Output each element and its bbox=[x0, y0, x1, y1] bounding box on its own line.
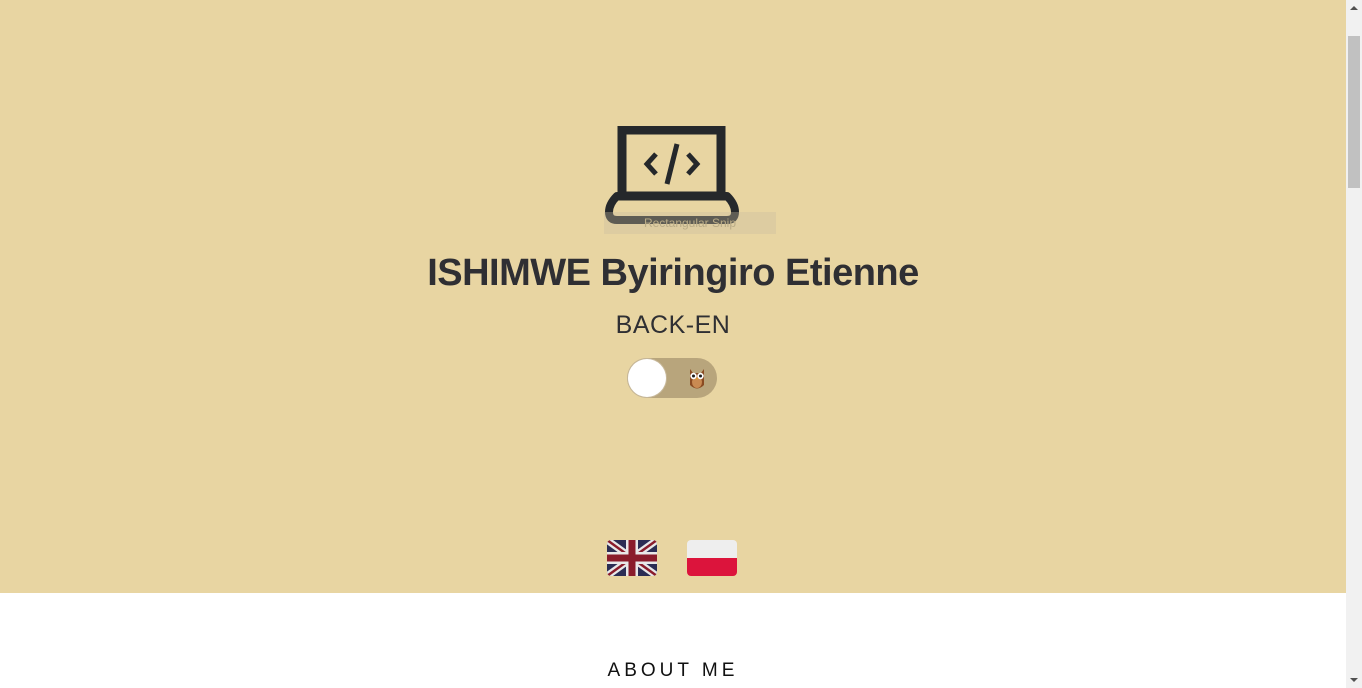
toggle-knob[interactable] bbox=[628, 359, 666, 397]
page: Rectangular Snip ISHIMWE Byiringiro Etie… bbox=[0, 0, 1346, 688]
theme-toggle[interactable] bbox=[627, 358, 717, 398]
scroll-thumb[interactable] bbox=[1348, 36, 1360, 188]
scroll-up-arrow-icon[interactable] bbox=[1346, 0, 1362, 16]
scroll-down-arrow-icon[interactable] bbox=[1346, 672, 1362, 688]
laptop-code-icon bbox=[605, 126, 739, 224]
snip-tooltip: Rectangular Snip bbox=[604, 212, 776, 234]
flag-poland-button[interactable] bbox=[687, 540, 737, 576]
role-title: BACK-EN bbox=[615, 311, 731, 339]
hero-section: Rectangular Snip ISHIMWE Byiringiro Etie… bbox=[0, 0, 1346, 593]
author-name: ISHIMWE Byiringiro Etienne bbox=[427, 252, 919, 294]
page-scrollbar[interactable] bbox=[1346, 0, 1362, 688]
owl-icon bbox=[690, 369, 704, 389]
poland-flag-icon bbox=[687, 540, 737, 576]
uk-flag-icon bbox=[607, 540, 657, 576]
about-heading: ABOUT ME bbox=[607, 660, 739, 681]
flag-uk-button[interactable] bbox=[607, 540, 657, 576]
